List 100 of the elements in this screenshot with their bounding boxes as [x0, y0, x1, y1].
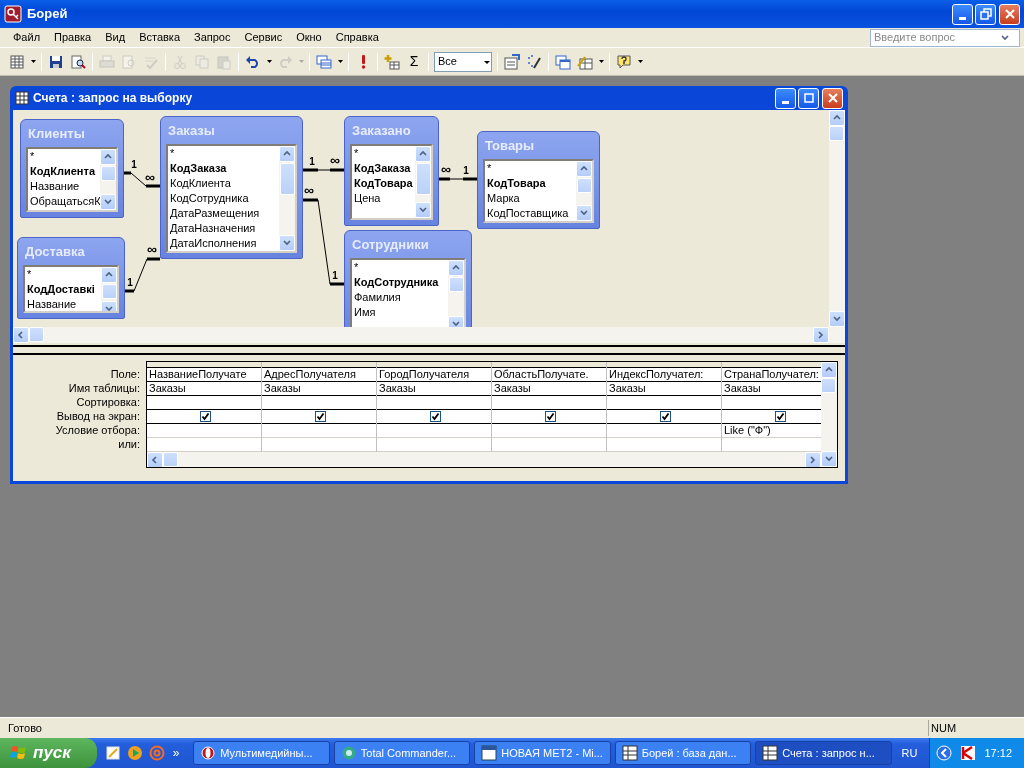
close-button[interactable] — [999, 3, 1020, 25]
field-item[interactable]: ДатаИсполнения — [170, 236, 279, 251]
scroll-left-button[interactable] — [13, 327, 29, 343]
scroll-up-button[interactable] — [576, 161, 592, 177]
grid-cell[interactable]: ИндексПолучател: — [607, 368, 721, 382]
table-box[interactable]: Клиенты * КодКлиента Название ОбращатьсяК — [20, 119, 124, 218]
scroll-thumb[interactable] — [29, 327, 44, 342]
field-list[interactable]: * КодСотрудника Фамилия Имя — [350, 258, 466, 327]
grid-cell[interactable]: АдресПолучателя — [262, 368, 376, 382]
vertical-scrollbar[interactable] — [829, 110, 845, 327]
checkbox[interactable] — [429, 411, 441, 422]
grid-cell[interactable]: Заказы — [377, 382, 491, 396]
taskbar-button[interactable]: Счета : запрос н... — [755, 741, 892, 765]
caret-icon[interactable] — [30, 60, 36, 63]
vertical-scrollbar[interactable] — [415, 146, 431, 218]
field-list[interactable]: * КодДоставкі Название — [23, 265, 119, 313]
grid-cell[interactable]: НазваниеПолучате — [147, 368, 261, 382]
vertical-scrollbar[interactable] — [101, 267, 117, 311]
column-selector[interactable] — [262, 362, 376, 368]
field-item[interactable]: КодКлиента — [30, 164, 100, 179]
field-item[interactable]: * — [354, 260, 448, 275]
taskbar-button[interactable]: Мультимедийны... — [193, 741, 330, 765]
taskbar-button[interactable]: НОВАЯ МЕТ2 - Mi... — [474, 741, 611, 765]
scroll-thumb[interactable] — [829, 126, 844, 141]
scroll-thumb[interactable] — [415, 163, 431, 195]
antivirus-icon[interactable] — [960, 745, 977, 761]
column-selector[interactable] — [607, 362, 721, 368]
column-selector[interactable] — [147, 362, 261, 368]
scroll-thumb[interactable] — [101, 284, 117, 299]
sum-button[interactable]: Σ — [403, 50, 425, 73]
minimize-button[interactable] — [774, 87, 796, 109]
field-item[interactable]: Фамилия — [354, 290, 448, 305]
checkbox[interactable] — [774, 411, 786, 422]
field-item[interactable]: * — [170, 146, 279, 161]
field-item[interactable]: КодПоставщика — [487, 206, 576, 221]
horizontal-scrollbar[interactable] — [147, 452, 821, 467]
grid-cell[interactable]: ОбластьПолучате. — [492, 368, 606, 382]
caret-icon[interactable] — [337, 60, 343, 63]
field-item[interactable]: Имя — [354, 305, 448, 320]
column-selector[interactable] — [722, 362, 821, 368]
checkbox[interactable] — [314, 411, 326, 422]
menu-item[interactable]: Сервис — [237, 27, 290, 48]
media-player-icon[interactable] — [126, 745, 143, 761]
minimize-button[interactable] — [951, 3, 973, 25]
checkbox[interactable] — [659, 411, 671, 422]
scroll-thumb[interactable] — [576, 178, 592, 193]
field-item[interactable]: * — [354, 146, 415, 161]
table-box[interactable]: Товары * КодТовара Марка КодПоставщика — [477, 131, 600, 229]
taskbar-button[interactable]: Total Commander... — [333, 741, 471, 765]
field-item[interactable]: КодСотрудника — [170, 191, 279, 206]
maximize-button[interactable] — [798, 87, 820, 109]
scroll-up-button[interactable] — [100, 149, 116, 165]
scroll-down-button[interactable] — [415, 202, 431, 218]
menu-item[interactable]: Файл — [6, 27, 48, 48]
table-box[interactable]: Заказы * КодЗаказа КодКлиента КодСотрудника ДатаРазмещения ДатаНазначения ДатаИсполнения — [160, 116, 303, 259]
scroll-down-button[interactable] — [576, 205, 592, 221]
field-item[interactable]: Название — [30, 179, 100, 194]
search-field[interactable]: Введите вопрос — [870, 28, 1020, 47]
table-box[interactable]: Заказано * КодЗаказа КодТовара Цена — [344, 116, 439, 226]
scroll-down-button[interactable] — [279, 235, 295, 251]
field-item[interactable]: Цена — [354, 191, 415, 206]
field-item[interactable]: КодЗаказа — [354, 161, 415, 176]
column-selector[interactable] — [492, 362, 606, 368]
scroll-right-button[interactable] — [813, 327, 829, 343]
field-item[interactable]: КодЗаказа — [170, 161, 279, 176]
caret-icon[interactable] — [266, 60, 272, 63]
menu-item[interactable]: Вид — [98, 27, 133, 48]
field-item[interactable]: Марка — [487, 191, 576, 206]
menu-item[interactable]: Окно — [289, 27, 329, 48]
field-item[interactable]: КодКлиента — [170, 176, 279, 191]
scroll-up-button[interactable] — [101, 267, 117, 283]
vertical-scrollbar[interactable] — [279, 146, 295, 251]
field-list[interactable]: * КодЗаказа КодТовара Цена — [350, 144, 433, 220]
caret-icon[interactable] — [598, 60, 604, 63]
scroll-thumb[interactable] — [100, 166, 116, 181]
scroll-down-button[interactable] — [100, 194, 116, 210]
grid-cell[interactable]: Заказы — [607, 382, 721, 396]
language-indicator[interactable]: RU — [895, 744, 924, 762]
scroll-thumb[interactable] — [821, 378, 836, 393]
scroll-up-button[interactable] — [829, 110, 845, 126]
field-item[interactable]: КодТовара — [487, 176, 576, 191]
field-item[interactable]: КодДоставкі — [27, 282, 101, 297]
notepad-icon[interactable] — [104, 745, 121, 761]
scroll-up-button[interactable] — [448, 260, 464, 276]
column-selector[interactable] — [377, 362, 491, 368]
caret-icon[interactable] — [637, 60, 643, 63]
field-item[interactable]: Название — [27, 297, 101, 311]
field-item[interactable]: * — [27, 267, 101, 282]
scroll-thumb[interactable] — [448, 277, 464, 292]
search-input[interactable]: Введите вопрос — [871, 29, 1001, 46]
maximize-button[interactable] — [975, 3, 997, 25]
field-item[interactable]: ДатаРазмещения — [170, 206, 279, 221]
checkbox[interactable] — [199, 411, 211, 422]
splitter-bar[interactable] — [13, 345, 845, 355]
scroll-down-button[interactable] — [821, 451, 837, 467]
grid-cell[interactable]: ГородПолучателя — [377, 368, 491, 382]
view-combobox[interactable]: Все — [434, 51, 492, 72]
menu-item[interactable]: Правка — [47, 27, 99, 48]
grid-cell[interactable]: Заказы — [147, 382, 261, 396]
scroll-thumb[interactable] — [279, 163, 295, 195]
